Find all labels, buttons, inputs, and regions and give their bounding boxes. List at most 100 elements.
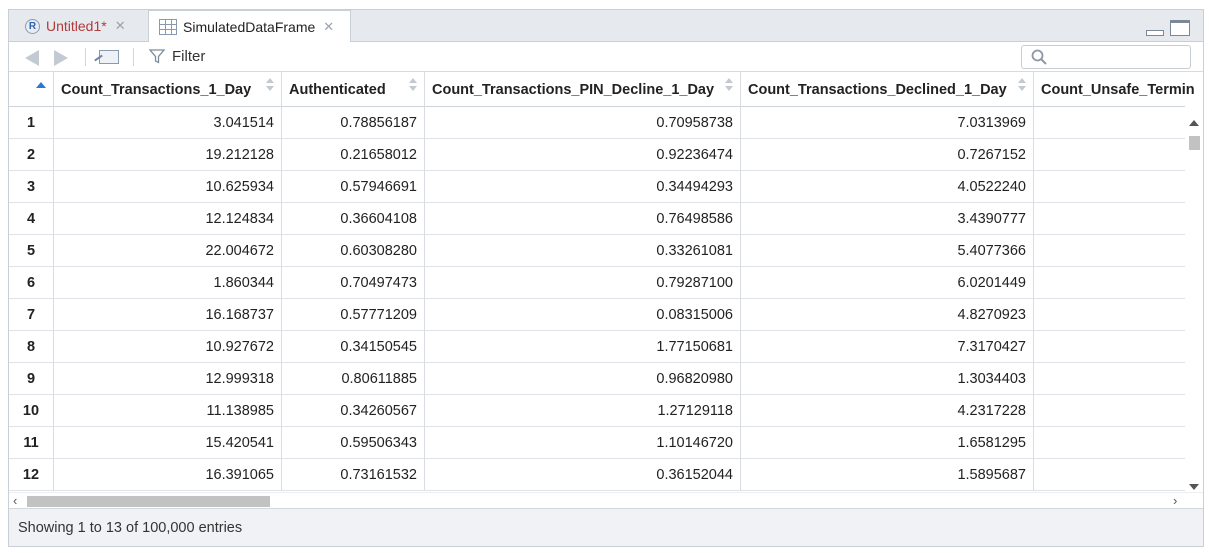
row-number: 12 (9, 459, 54, 491)
table-cell: 0.80611885 (282, 363, 425, 395)
table-cell (1034, 203, 1194, 235)
table-cell: 0.7267152 (741, 139, 1034, 171)
row-number: 1 (9, 107, 54, 139)
table-cell: 0.73161532 (282, 459, 425, 491)
filter-button[interactable]: Filter (172, 48, 205, 65)
table-row: 4 12.124834 0.36604108 0.76498586 3.4390777 (9, 203, 1185, 235)
table-cell (1034, 299, 1194, 331)
column-header-label: Count_Transactions_PIN_Decline_1_Day (432, 82, 715, 98)
table-cell (1034, 395, 1194, 427)
data-table: Count_Transactions_1_Day Authenticated C… (9, 72, 1203, 492)
column-header[interactable]: Count_Transactions_PIN_Decline_1_Day (425, 72, 741, 107)
entries-count-text: Showing 1 to 13 of 100,000 entries (18, 520, 243, 536)
column-header[interactable]: Count_Unsafe_Terminal (1034, 72, 1194, 107)
table-cell: 1.5895687 (741, 459, 1034, 491)
sort-icon[interactable] (409, 78, 417, 92)
table-cell: 0.21658012 (282, 139, 425, 171)
table-cell: 15.420541 (54, 427, 282, 459)
table-cell: 0.59506343 (282, 427, 425, 459)
scroll-up-arrow-icon[interactable] (1189, 120, 1199, 126)
table-cell: 4.0522240 (741, 171, 1034, 203)
sort-icon[interactable] (725, 78, 733, 92)
tab-simulated-data-frame[interactable]: SimulatedDataFrame ✕ (148, 10, 351, 42)
table-cell: 1.77150681 (425, 331, 741, 363)
horizontal-scrollbar[interactable]: ‹ › (9, 492, 1203, 508)
table-row: 5 22.004672 0.60308280 0.33261081 5.4077366 (9, 235, 1185, 267)
table-cell (1034, 331, 1194, 363)
table-cell: 16.391065 (54, 459, 282, 491)
table-cell (1034, 427, 1194, 459)
column-header-label: Count_Unsafe_Terminal (1041, 82, 1194, 98)
table-cell: 0.34260567 (282, 395, 425, 427)
column-header[interactable]: Count_Transactions_Declined_1_Day (741, 72, 1034, 107)
toolbar-divider (133, 48, 134, 66)
column-header[interactable]: Count_Transactions_1_Day (54, 72, 282, 107)
table-cell: 0.96820980 (425, 363, 741, 395)
table-cell (1034, 235, 1194, 267)
show-in-new-window-icon[interactable] (99, 50, 119, 64)
table-row: 7 16.168737 0.57771209 0.08315006 4.8270923 (9, 299, 1185, 331)
scroll-right-arrow-icon[interactable]: › (1173, 494, 1177, 507)
table-cell: 0.92236474 (425, 139, 741, 171)
sort-icon[interactable] (266, 78, 274, 92)
row-number: 8 (9, 331, 54, 363)
data-viewer-pane: R Untitled1* ✕ SimulatedDataFrame ✕ Filt… (8, 9, 1204, 547)
maximize-pane-icon[interactable] (1170, 20, 1190, 36)
table-cell: 16.168737 (54, 299, 282, 331)
vertical-scroll-thumb[interactable] (1189, 136, 1200, 150)
table-cell: 4.8270923 (741, 299, 1034, 331)
table-cell: 3.041514 (54, 107, 282, 139)
table-row: 9 12.999318 0.80611885 0.96820980 1.3034403 (9, 363, 1185, 395)
table-cell: 0.34150545 (282, 331, 425, 363)
minimize-pane-icon[interactable] (1146, 30, 1164, 36)
horizontal-scroll-thumb[interactable] (27, 496, 270, 507)
table-cell: 6.0201449 (741, 267, 1034, 299)
table-row: 3 10.625934 0.57946691 0.34494293 4.0522240 (9, 171, 1185, 203)
forward-arrow-icon[interactable] (54, 50, 68, 66)
column-header-label: Count_Transactions_Declined_1_Day (748, 82, 1007, 98)
close-icon[interactable]: ✕ (323, 19, 334, 35)
table-cell: 0.78856187 (282, 107, 425, 139)
table-cell: 0.33261081 (425, 235, 741, 267)
column-header-label: Authenticated (289, 82, 386, 98)
r-script-icon: R (25, 18, 40, 34)
toolbar-divider (85, 48, 86, 66)
filter-icon[interactable] (149, 49, 165, 64)
table-cell (1034, 267, 1194, 299)
scroll-left-arrow-icon[interactable]: ‹ (13, 494, 17, 507)
tab-untitled1[interactable]: R Untitled1* ✕ (17, 10, 145, 42)
table-cell: 1.6581295 (741, 427, 1034, 459)
table-cell: 0.76498586 (425, 203, 741, 235)
table-cell: 0.36604108 (282, 203, 425, 235)
table-cell (1034, 171, 1194, 203)
row-number: 4 (9, 203, 54, 235)
table-row: 8 10.927672 0.34150545 1.77150681 7.3170427 (9, 331, 1185, 363)
table-cell: 19.212128 (54, 139, 282, 171)
table-row: 10 11.138985 0.34260567 1.27129118 4.2317228 (9, 395, 1185, 427)
close-icon[interactable]: ✕ (115, 18, 126, 34)
table-cell: 0.34494293 (425, 171, 741, 203)
tab-bar: R Untitled1* ✕ SimulatedDataFrame ✕ (9, 10, 1203, 42)
row-number: 5 (9, 235, 54, 267)
data-grid-icon (159, 18, 177, 35)
table-cell: 0.57771209 (282, 299, 425, 331)
table-cell: 0.08315006 (425, 299, 741, 331)
table-cell: 10.927672 (54, 331, 282, 363)
vertical-scrollbar[interactable] (1185, 116, 1203, 492)
sort-icon[interactable] (1018, 78, 1026, 92)
search-icon (1031, 49, 1047, 65)
table-cell: 0.70958738 (425, 107, 741, 139)
table-cell: 12.999318 (54, 363, 282, 395)
sort-ascending-icon (36, 82, 46, 88)
search-input[interactable] (1021, 45, 1191, 69)
table-cell: 7.3170427 (741, 331, 1034, 363)
back-arrow-icon[interactable] (25, 50, 39, 66)
table-cell: 0.36152044 (425, 459, 741, 491)
table-cell (1034, 459, 1194, 491)
row-number: 10 (9, 395, 54, 427)
column-header[interactable]: Authenticated (282, 72, 425, 107)
table-row: 12 16.391065 0.73161532 0.36152044 1.5895687 (9, 459, 1185, 491)
row-index-header[interactable] (9, 72, 54, 107)
table-cell: 7.0313969 (741, 107, 1034, 139)
scroll-down-arrow-icon[interactable] (1189, 484, 1199, 490)
